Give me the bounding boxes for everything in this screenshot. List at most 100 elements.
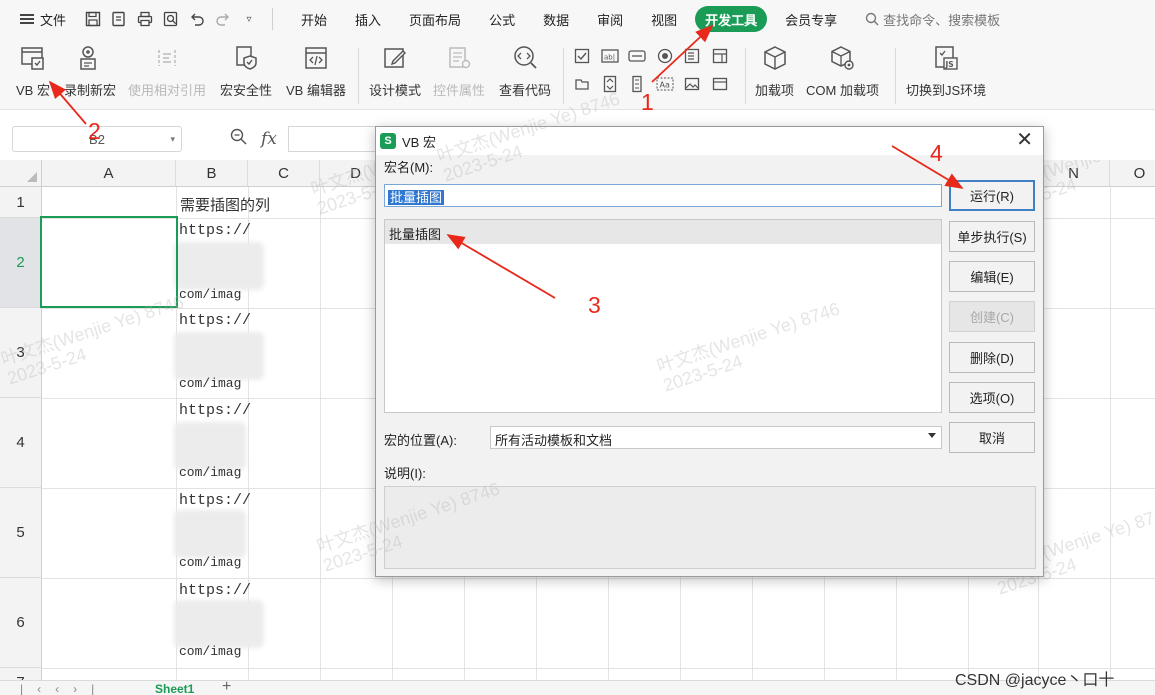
row-header-2[interactable]: 2: [0, 218, 42, 308]
image-control-icon[interactable]: [682, 74, 702, 94]
ribbon-tabs: 开始 插入 页面布局 公式 数据 审阅 视图 开发工具 会员专享: [287, 0, 851, 38]
row-header-5[interactable]: 5: [0, 488, 42, 578]
divider: [272, 8, 274, 30]
tab-view[interactable]: 视图: [637, 0, 691, 38]
undo-icon[interactable]: [188, 10, 206, 28]
developer-ribbon: VB 宏 录制新宏 使用相对引用 宏安全性 VB 编辑器 设计模式 控件属性 查…: [0, 38, 1155, 110]
redacted-url-blur: [174, 332, 264, 380]
chevron-down-icon: [928, 433, 936, 438]
macro-name-label: 宏名(M):: [384, 160, 434, 175]
options-button[interactable]: 选项(O): [949, 382, 1035, 413]
macro-security-icon: [231, 42, 261, 74]
vb-macro-button[interactable]: VB 宏: [16, 42, 50, 99]
design-mode-button[interactable]: 设计模式: [369, 42, 421, 99]
file-menu[interactable]: 文件: [0, 10, 76, 29]
redacted-url-blur: [174, 600, 264, 648]
tab-member[interactable]: 会员专享: [771, 0, 851, 38]
delete-button[interactable]: 删除(D): [949, 342, 1035, 373]
radio-control-icon[interactable]: [655, 46, 675, 66]
label-control-icon[interactable]: Aa: [655, 74, 675, 94]
annotation-number-4: 4: [930, 140, 943, 166]
save-icon[interactable]: [84, 10, 102, 28]
record-macro-button[interactable]: 录制新宏: [64, 42, 116, 99]
cell-b4-url-start[interactable]: https://: [179, 402, 251, 419]
export-pdf-icon[interactable]: [110, 10, 128, 28]
command-search[interactable]: 查找命令、搜索模板: [865, 10, 1000, 29]
vb-editor-button[interactable]: VB 编辑器: [286, 42, 346, 99]
tab-page-layout[interactable]: 页面布局: [395, 0, 475, 38]
cell-b2-url-start[interactable]: https://: [179, 222, 251, 239]
vb-editor-label: VB 编辑器: [286, 83, 346, 98]
control-properties-button[interactable]: 控件属性: [433, 42, 485, 99]
macro-name-value: 批量插图: [388, 190, 445, 205]
column-header-b[interactable]: B: [176, 160, 248, 187]
print-preview-icon[interactable]: [162, 10, 180, 28]
view-code-label: 查看代码: [499, 83, 552, 98]
record-macro-label: 录制新宏: [64, 83, 117, 98]
tab-insert[interactable]: 插入: [341, 0, 395, 38]
sheet-tab-sheet1[interactable]: Sheet1: [155, 682, 194, 695]
customize-dropdown-icon[interactable]: ▿: [240, 10, 258, 28]
button-control-icon[interactable]: [627, 46, 647, 66]
textbox-control-icon[interactable]: ab|: [600, 46, 620, 66]
row-header-1[interactable]: 1: [0, 187, 42, 218]
add-sheet-button[interactable]: +: [222, 678, 231, 695]
print-icon[interactable]: [136, 10, 154, 28]
column-header-a[interactable]: A: [42, 160, 176, 187]
fx-button[interactable]: fx: [261, 129, 277, 149]
formula-input[interactable]: [288, 126, 378, 152]
cell-b5-url-end: com/imag: [179, 555, 242, 570]
macro-security-button[interactable]: 宏安全性: [220, 42, 272, 99]
row-header-6[interactable]: 6: [0, 578, 42, 668]
redo-icon[interactable]: [214, 10, 232, 28]
edit-button[interactable]: 编辑(E): [949, 261, 1035, 292]
menu-bar: 文件 ▿ 开始 插入 页面布局 公式 数据 审阅 视图 开发工具 会员专享 查找…: [0, 0, 1155, 38]
gridline: [320, 187, 321, 680]
relative-reference-label: 使用相对引用: [128, 83, 207, 98]
view-code-icon: [510, 42, 540, 74]
more-controls-icon[interactable]: [710, 74, 730, 94]
step-into-button[interactable]: 单步执行(S): [949, 221, 1035, 252]
select-all-corner[interactable]: [0, 160, 42, 187]
zoom-icon[interactable]: [230, 128, 247, 149]
addins-button[interactable]: 加载项: [755, 42, 794, 99]
tab-home[interactable]: 开始: [287, 0, 341, 38]
switch-js-button[interactable]: JS 切换到JS环境: [906, 42, 986, 99]
annotation-number-3: 3: [588, 292, 601, 318]
file-menu-label: 文件: [40, 12, 67, 28]
macro-location-select[interactable]: 所有活动模板和文档: [490, 426, 942, 449]
tab-data[interactable]: 数据: [529, 0, 583, 38]
search-icon: [865, 12, 879, 26]
close-icon[interactable]: ✕: [1016, 129, 1033, 151]
macro-list-item[interactable]: 批量插图: [385, 220, 941, 244]
chevron-down-icon: ▾: [170, 134, 175, 144]
create-button[interactable]: 创建(C): [949, 301, 1035, 332]
macro-name-input[interactable]: 批量插图: [384, 184, 942, 207]
row-header-7[interactable]: 7: [0, 668, 42, 680]
relative-reference-button[interactable]: 使用相对引用: [128, 42, 206, 99]
divider: [895, 48, 896, 104]
design-mode-label: 设计模式: [369, 83, 422, 98]
cell-b5-url-start[interactable]: https://: [179, 492, 251, 509]
redacted-url-blur: [174, 422, 246, 470]
combobox-control-icon[interactable]: [710, 46, 730, 66]
tab-formulas[interactable]: 公式: [475, 0, 529, 38]
com-addins-button[interactable]: COM 加载项: [806, 42, 879, 99]
frame-control-icon[interactable]: [572, 74, 592, 94]
quick-access-toolbar: ▿: [76, 8, 287, 30]
design-mode-icon: [380, 42, 410, 74]
sheet-nav-arrows[interactable]: |‹‹›|: [20, 682, 108, 695]
row-header-4[interactable]: 4: [0, 398, 42, 488]
view-code-button[interactable]: 查看代码: [499, 42, 551, 99]
control-properties-label: 控件属性: [433, 83, 486, 98]
tab-review[interactable]: 审阅: [583, 0, 637, 38]
run-button[interactable]: 运行(R): [949, 180, 1035, 211]
tab-developer[interactable]: 开发工具: [695, 6, 768, 32]
checkbox-control-icon[interactable]: [572, 46, 592, 66]
description-label: 说明(I):: [384, 466, 426, 481]
listbox-control-icon[interactable]: [682, 46, 702, 66]
cell-b1[interactable]: 需要插图的列: [180, 194, 270, 215]
cell-b6-url-start[interactable]: https://: [179, 582, 251, 599]
macro-location-value: 所有活动模板和文档: [495, 433, 613, 448]
cancel-button[interactable]: 取消: [949, 422, 1035, 453]
